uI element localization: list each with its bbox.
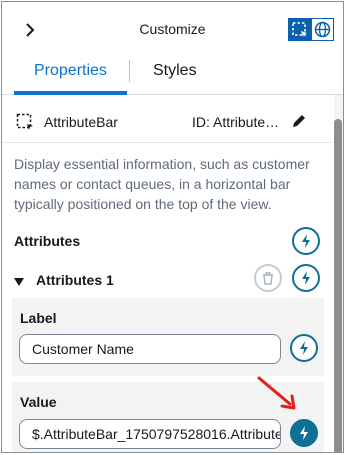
red-arrow-annotation — [252, 372, 302, 412]
lightning-bolt-icon[interactable] — [292, 227, 320, 255]
attributes-heading: Attributes — [14, 233, 81, 249]
tab-styles[interactable]: Styles — [153, 58, 197, 92]
lightning-bolt-icon[interactable] — [290, 334, 318, 362]
label-field-label: Label — [20, 310, 57, 326]
attributes-group-label: Attributes 1 — [36, 272, 114, 288]
caret-down-icon[interactable] — [14, 274, 24, 286]
select-region-icon — [16, 113, 34, 131]
lightning-bolt-icon[interactable] — [290, 419, 318, 447]
pencil-icon[interactable] — [290, 112, 308, 130]
label-card: Label Customer Name — [12, 298, 324, 376]
component-id: ID: AttributeBar_1750797528016 — [192, 114, 286, 130]
scrollbar-thumb[interactable] — [334, 119, 342, 452]
value-input[interactable]: $.AttributeBar_1750797528016.Attributes — [19, 419, 281, 449]
label-input[interactable]: Customer Name — [19, 334, 281, 364]
globe-icon[interactable] — [311, 18, 334, 41]
tab-divider — [129, 60, 130, 82]
trash-icon[interactable] — [254, 264, 282, 292]
view-toggle — [288, 18, 336, 42]
panel-header: Customize — [2, 2, 343, 58]
component-row: AttributeBar ID: AttributeBar_1750797528… — [14, 110, 314, 136]
select-region-icon[interactable] — [288, 18, 311, 41]
tab-properties[interactable]: Properties — [14, 58, 127, 95]
customize-panel: Customize Properties Styles AttributeBar… — [1, 1, 344, 453]
tab-bar: Properties Styles — [2, 58, 343, 95]
lightning-bolt-icon[interactable] — [292, 264, 320, 292]
value-field-label: Value — [20, 394, 57, 410]
component-description: Display essential information, such as c… — [14, 156, 310, 212]
divider — [2, 142, 332, 143]
component-name: AttributeBar — [44, 114, 118, 130]
